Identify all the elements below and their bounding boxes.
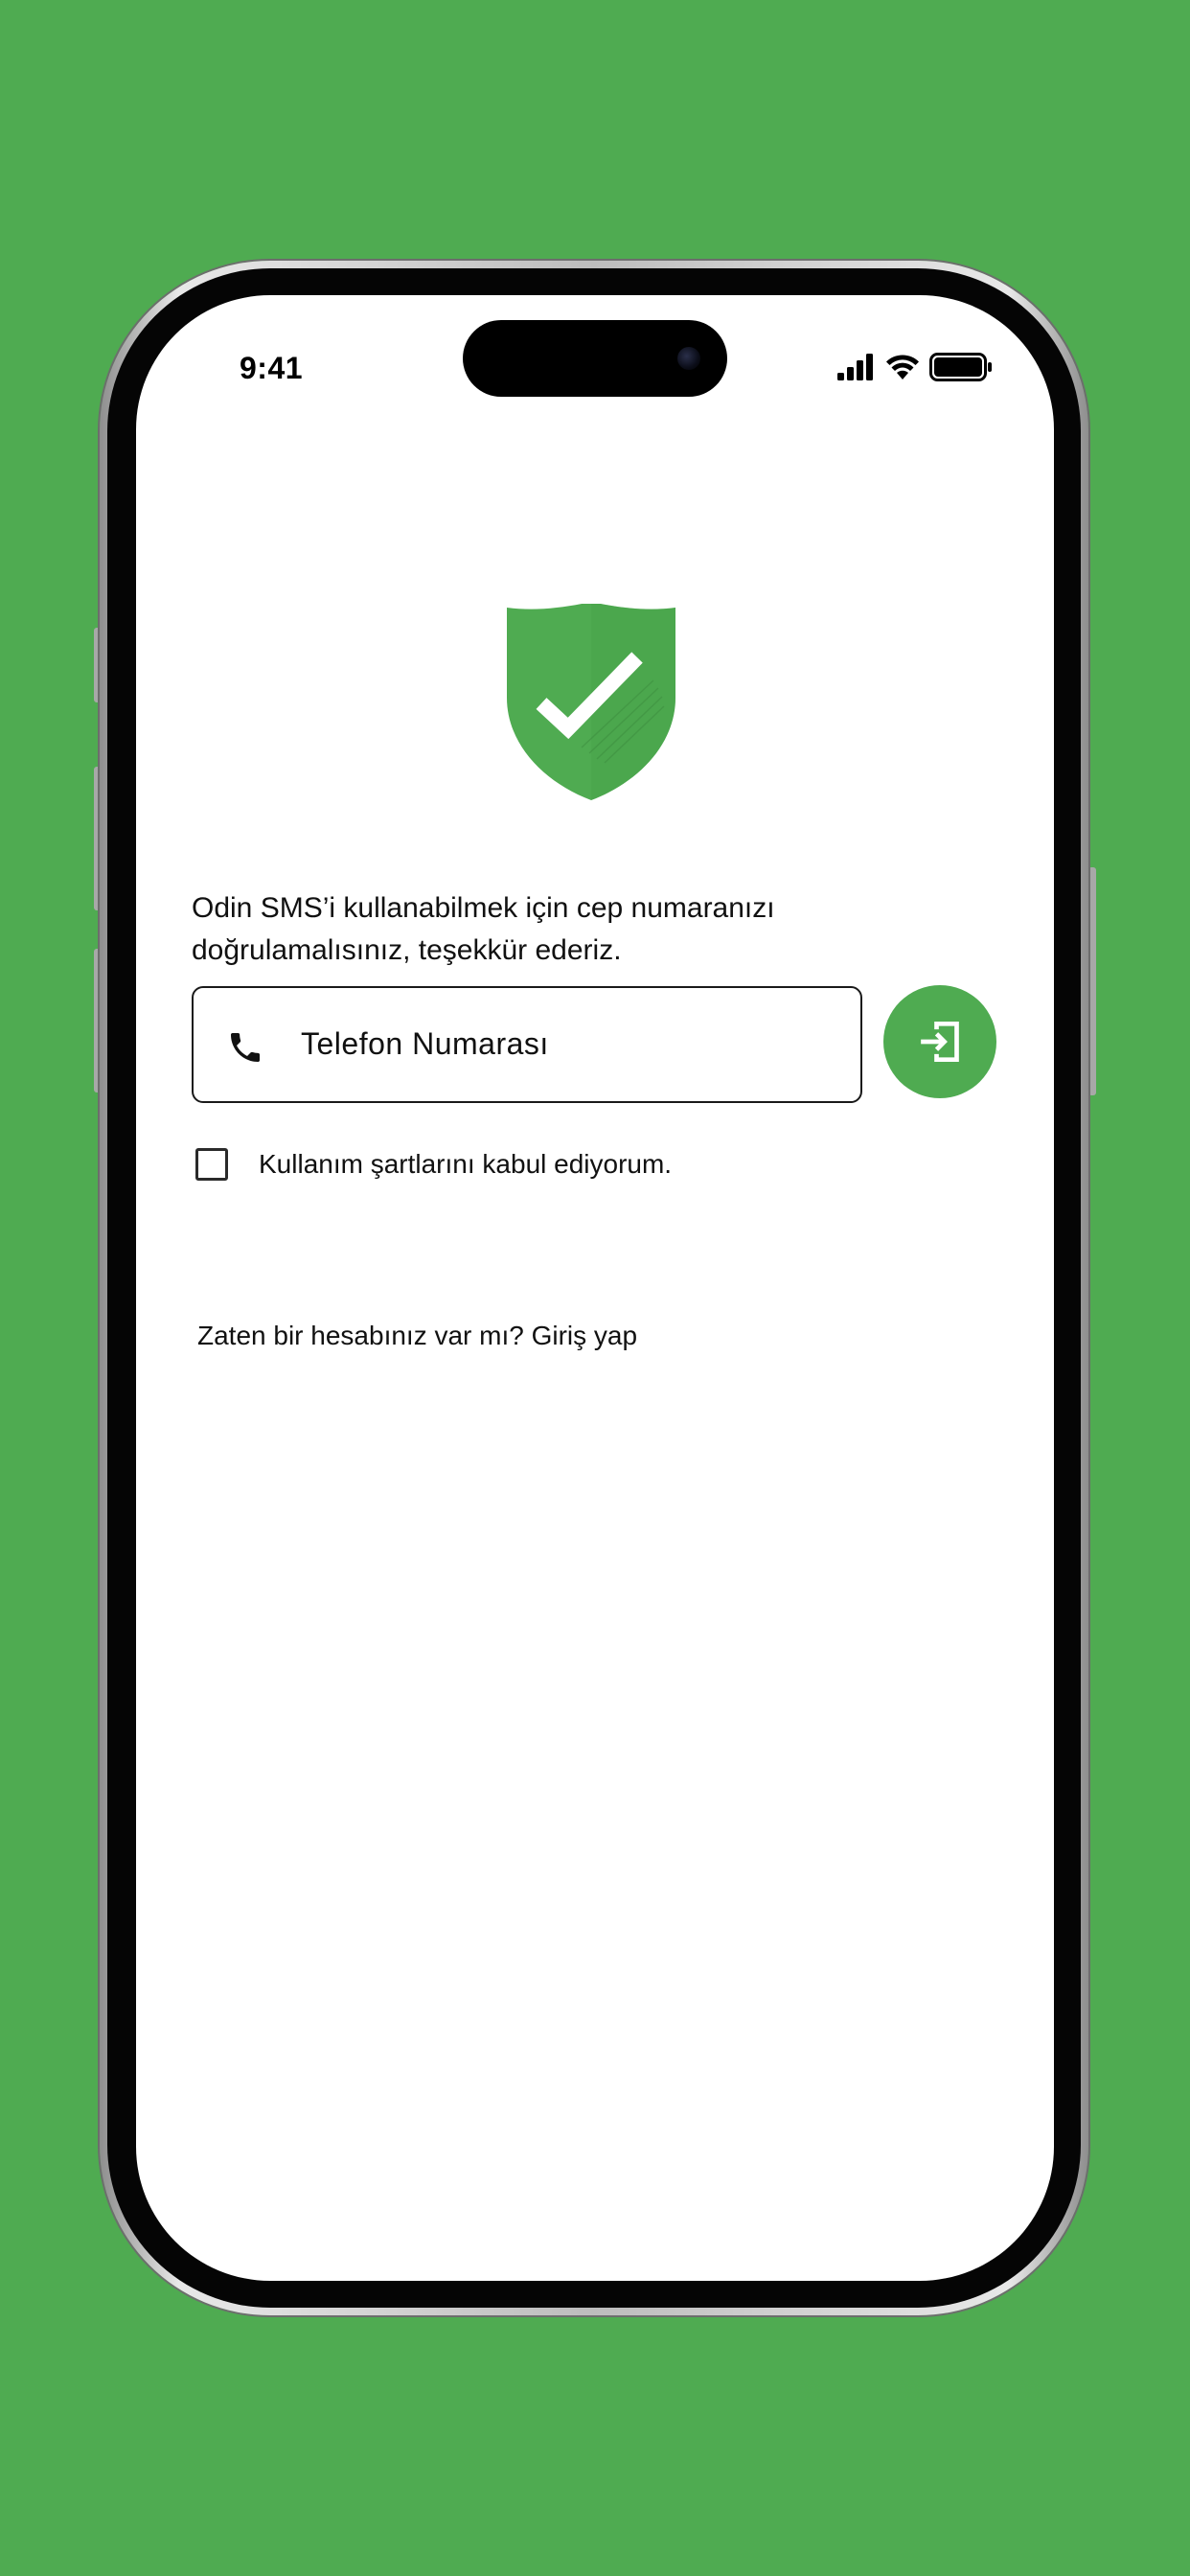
intro-text: Odin SMS’i kullanabilmek için cep numara… [192, 892, 775, 966]
login-arrow-icon [921, 1022, 959, 1062]
terms-row[interactable]: Kullanım şartlarını kabul ediyorum. [195, 1148, 672, 1181]
shield-check-icon [507, 604, 675, 800]
wifi-icon [886, 355, 919, 380]
front-camera-icon [677, 347, 700, 370]
battery-icon [929, 353, 992, 381]
status-icons [837, 353, 993, 381]
background: 9:41 Odin SMS’i kullanabilmek için cep n… [0, 0, 1190, 2576]
phone-number-field[interactable]: Telefon Numarası [192, 986, 862, 1103]
submit-button[interactable] [883, 985, 996, 1098]
terms-checkbox[interactable] [195, 1148, 228, 1181]
signal-icon [837, 354, 873, 380]
phone-number-placeholder: Telefon Numarası [301, 1026, 549, 1061]
phone-icon [231, 1033, 260, 1062]
login-link[interactable]: Zaten bir hesabınız var mı? Giriş yap [197, 1321, 637, 1351]
terms-label[interactable]: Kullanım şartlarını kabul ediyorum. [259, 1149, 672, 1180]
power-button [1088, 867, 1096, 1095]
dynamic-island [463, 320, 727, 397]
status-time: 9:41 [240, 351, 304, 385]
phone-screen: 9:41 Odin SMS’i kullanabilmek için cep n… [136, 295, 1054, 2281]
